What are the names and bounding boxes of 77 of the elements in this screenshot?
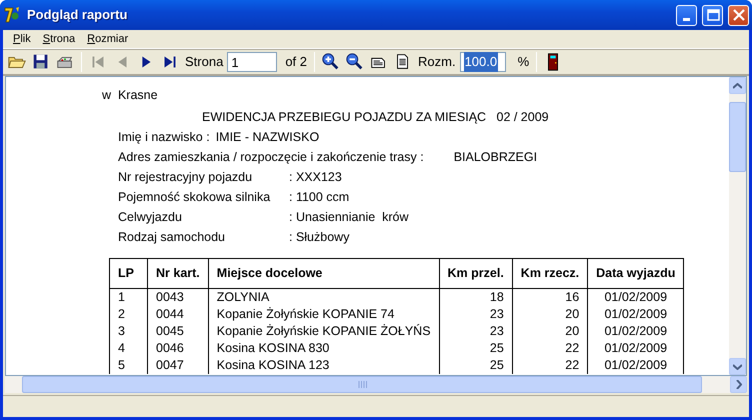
table-cell: 2 xyxy=(110,306,148,322)
table-cell: 4 xyxy=(110,340,148,356)
percent-label: % xyxy=(516,53,530,72)
field-value: BIALOBRZEGI xyxy=(454,149,538,166)
chevron-down-icon xyxy=(733,364,742,370)
field-label: Rodzaj samochodu xyxy=(118,229,226,246)
table-cell: 1 xyxy=(110,288,148,306)
column-header: Miejsce docelowe xyxy=(208,258,440,288)
minimize-button[interactable] xyxy=(676,4,697,26)
menu-item[interactable]: Strona xyxy=(36,30,82,48)
table-cell: 01/02/2009 xyxy=(588,306,684,322)
zoom-field[interactable]: 100.0 xyxy=(460,52,506,72)
maximize-button[interactable] xyxy=(702,4,723,26)
column-header: Nr kart. xyxy=(148,258,208,288)
table-cell: 25 xyxy=(439,340,512,356)
zoom-label: Rozm. xyxy=(417,53,457,72)
scroll-right-button[interactable] xyxy=(730,376,747,393)
menu-item[interactable]: Plik xyxy=(7,30,37,48)
table-cell: 20 xyxy=(512,322,588,340)
address-text: w Krasne xyxy=(102,87,159,104)
field-value: : Unasiennianie krów xyxy=(289,209,409,226)
app-logo-icon xyxy=(4,6,22,24)
field-value: : Służbowy xyxy=(289,229,350,246)
table-cell: 18 xyxy=(439,288,512,306)
column-header: Km przel. xyxy=(439,258,512,288)
table-cell: Kopanie Żołyńskie KOPANIE 74 xyxy=(208,306,440,322)
chevron-up-icon xyxy=(733,82,742,88)
page-count: of 2 xyxy=(284,53,308,72)
scroll-down-button[interactable] xyxy=(729,358,746,375)
close-button[interactable] xyxy=(728,4,749,26)
maximize-icon xyxy=(706,8,720,22)
table-cell: Kopanie Żołyńskie KOPANIE ŻOŁYŃS xyxy=(208,322,440,340)
table-cell: 3 xyxy=(110,322,148,340)
table-cell: 0045 xyxy=(148,322,208,340)
column-header: Km rzecz. xyxy=(512,258,588,288)
scroll-up-button[interactable] xyxy=(729,77,746,94)
table-cell: 0046 xyxy=(148,340,208,356)
field-label: Imię i nazwisko : xyxy=(118,129,210,146)
window-title: Podgląd raportu xyxy=(27,6,128,24)
vertical-scrollbar[interactable] xyxy=(729,77,746,375)
page-field[interactable]: 1 xyxy=(227,52,278,72)
zoom-in-icon xyxy=(321,52,341,72)
table-cell: 01/02/2009 xyxy=(588,356,684,374)
field-label: Pojemność skokowa silnika xyxy=(118,189,272,206)
table-cell: ZOLYNIA xyxy=(208,288,440,306)
table-cell: Kosina KOSINA 123 xyxy=(208,356,440,374)
minimize-icon xyxy=(683,18,690,20)
table-cell: 22 xyxy=(512,356,588,374)
field-value: IMIE - NAZWISKO xyxy=(216,129,320,146)
chevron-right-icon xyxy=(736,380,742,389)
table-cell: 25 xyxy=(439,356,512,374)
table-cell: 16 xyxy=(512,288,588,306)
field-label: Nr rejestracyjny pojazdu xyxy=(118,169,254,186)
report-title: EWIDENCJA PRZEBIEGU POJAZDU ZA MIESIĄC 02 / 2009 xyxy=(201,109,550,126)
close-icon xyxy=(732,8,746,22)
column-header: Data wyjazdu xyxy=(588,258,684,288)
table-cell: 23 xyxy=(439,306,512,322)
table-cell: 23 xyxy=(439,322,512,340)
menu-item[interactable]: Rozmiar xyxy=(81,30,134,48)
table-cell: 5 xyxy=(110,356,148,374)
zoom-out-icon xyxy=(345,52,365,72)
table-cell: 0043 xyxy=(148,288,208,306)
table-cell: 20 xyxy=(512,306,588,322)
field-label: Adres zamieszkania / rozpoczęcie i zakończenie trasy : xyxy=(118,149,424,166)
field-value: : XXX123 xyxy=(289,169,342,186)
table-cell: 0044 xyxy=(148,306,208,322)
field-label: Celwyjazdu xyxy=(118,209,183,226)
table-cell: 01/02/2009 xyxy=(588,322,684,340)
table-cell: Kosina KOSINA 830 xyxy=(208,340,440,356)
table-cell: 01/02/2009 xyxy=(588,288,684,306)
table-cell: 0047 xyxy=(148,356,208,374)
table-cell: 22 xyxy=(512,340,588,356)
table-cell: 01/02/2009 xyxy=(588,340,684,356)
field-value: : 1100 ccm xyxy=(289,189,350,206)
column-header: LP xyxy=(110,258,148,288)
scrollbar-thumb[interactable] xyxy=(729,102,746,172)
page-label: Strona xyxy=(184,53,224,72)
